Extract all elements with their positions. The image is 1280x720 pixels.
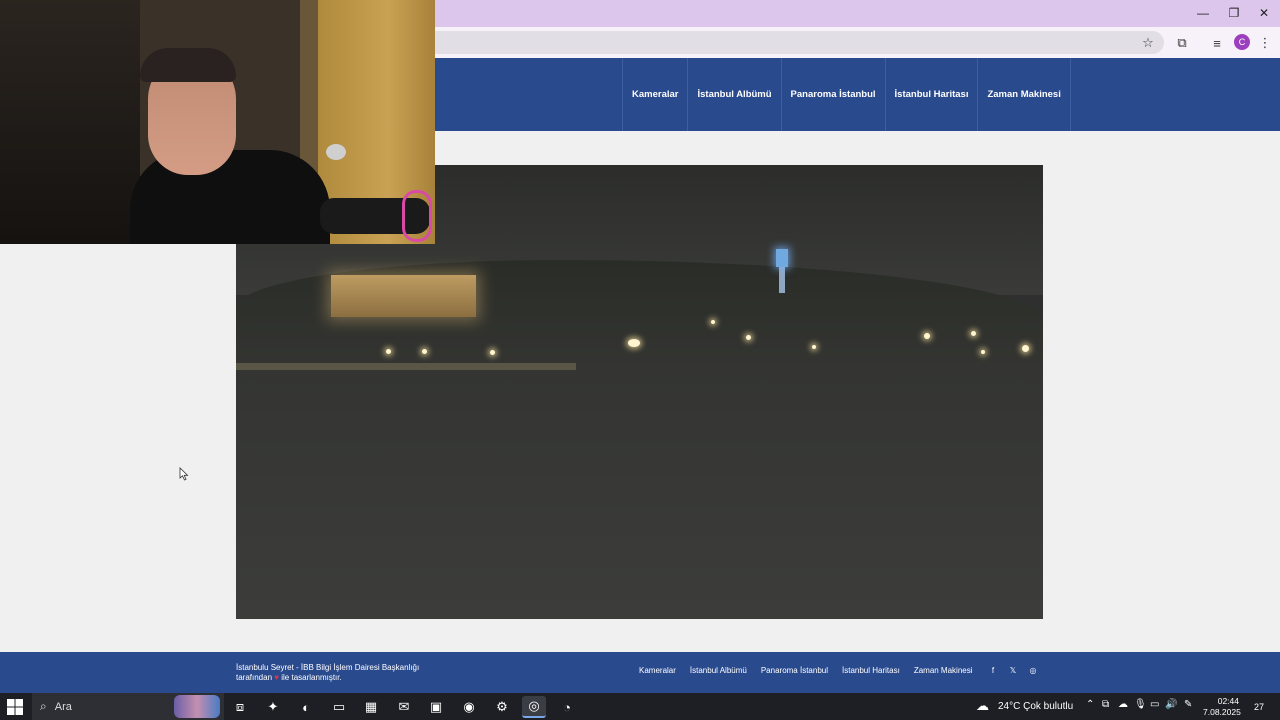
- file-explorer-icon[interactable]: ▭: [327, 696, 351, 718]
- notification-badge[interactable]: 27: [1250, 698, 1268, 716]
- nav-item-album[interactable]: İstanbul Albümü: [687, 58, 780, 131]
- webcam-mic-ring: [402, 190, 432, 242]
- photos-icon[interactable]: ▣: [424, 696, 448, 718]
- camera-lit-building: [331, 275, 476, 317]
- site-footer: İstanbulu Seyret - İBB Bilgi İşlem Daire…: [0, 652, 1280, 693]
- pen-icon[interactable]: ✎: [1184, 699, 1192, 710]
- windows-start-icon[interactable]: [6, 698, 24, 716]
- task-view-icon[interactable]: ⧈: [228, 696, 252, 718]
- instagram-icon[interactable]: ◎: [1028, 665, 1038, 675]
- footer-credits: İstanbulu Seyret - İBB Bilgi İşlem Daire…: [236, 663, 436, 682]
- clock-date: 7.08.2025: [1203, 707, 1241, 717]
- nav-item-kameralar[interactable]: Kameralar: [622, 58, 687, 131]
- heart-icon: ♥: [274, 672, 280, 682]
- webcam-overlay: [0, 0, 435, 244]
- camera-light: [628, 339, 640, 347]
- chevron-up-icon[interactable]: ⌃: [1086, 699, 1094, 710]
- outlook-icon[interactable]: ✉: [392, 696, 416, 718]
- discord-icon[interactable]: ◉: [457, 696, 481, 718]
- speedtest-icon[interactable]: ◔: [555, 696, 579, 718]
- media-icon[interactable]: ≡: [1207, 33, 1227, 53]
- camera-tower-light: [776, 249, 788, 267]
- camera-light: [812, 345, 816, 349]
- network-icon[interactable]: ▭: [1150, 699, 1159, 710]
- weather-icon[interactable]: ☁: [976, 698, 989, 714]
- camera-light: [981, 350, 985, 354]
- star-icon[interactable]: ☆: [1138, 33, 1158, 53]
- steam-icon[interactable]: ⚙: [490, 696, 514, 718]
- nav-item-panorama[interactable]: Panaroma İstanbul: [780, 58, 885, 131]
- tray-app-icon[interactable]: ⧉: [1102, 699, 1109, 710]
- camera-light: [422, 349, 427, 354]
- nav-item-zaman-makinesi[interactable]: Zaman Makinesi: [977, 58, 1071, 131]
- footer-link-harita[interactable]: İstanbul Haritası: [842, 666, 900, 675]
- webcam-person-hair: [140, 48, 236, 82]
- nav-item-harita[interactable]: İstanbul Haritası: [884, 58, 978, 131]
- restore-button[interactable]: ❐: [1219, 4, 1249, 22]
- camera-shoreline: [236, 363, 576, 370]
- camera-water: [236, 370, 1043, 619]
- camera-light: [490, 350, 495, 355]
- store-icon[interactable]: ▦: [359, 696, 383, 718]
- search-label: Ara: [54, 700, 72, 713]
- mouse-cursor-icon: [179, 467, 189, 481]
- profile-avatar[interactable]: C: [1234, 34, 1250, 50]
- volume-icon[interactable]: 🔊: [1165, 699, 1177, 710]
- close-button[interactable]: ✕: [1249, 4, 1279, 22]
- minimize-button[interactable]: —: [1188, 4, 1218, 22]
- footer-link-zaman-makinesi[interactable]: Zaman Makinesi: [914, 666, 973, 675]
- footer-credits-prefix: tarafından: [236, 672, 273, 682]
- footer-link-kameralar[interactable]: Kameralar: [639, 666, 676, 675]
- camera-light: [971, 331, 976, 336]
- camera-light: [746, 335, 751, 340]
- footer-nav: Kameralar İstanbul Albümü Panaroma İstan…: [639, 666, 973, 675]
- camera-light: [1022, 345, 1029, 352]
- footer-link-panorama[interactable]: Panaroma İstanbul: [761, 666, 828, 675]
- webcam-bookshelf: [0, 0, 140, 244]
- footer-credits-suffix: ile tasarlanmıştır.: [281, 672, 342, 682]
- footer-credits-line2: tarafından ♥ ile tasarlanmıştır.: [236, 673, 436, 683]
- menu-icon[interactable]: ⋮: [1255, 33, 1275, 53]
- taskbar-clock[interactable]: 02:44 7.08.2025: [1203, 696, 1241, 718]
- cloud-icon[interactable]: ☁: [1118, 699, 1128, 710]
- microphone-icon[interactable]: 🎙: [1134, 699, 1147, 710]
- edge-icon[interactable]: ◐: [294, 696, 318, 718]
- search-icon: ⌕: [40, 699, 47, 713]
- copilot-icon[interactable]: ✦: [261, 696, 285, 718]
- x-icon[interactable]: 𝕏: [1008, 665, 1018, 675]
- footer-credits-line1: İstanbulu Seyret - İBB Bilgi İşlem Daire…: [236, 663, 420, 672]
- webcam-door-knob: [326, 144, 346, 160]
- search-highlight-art: [174, 695, 220, 718]
- weather-text[interactable]: 24°C Çok bulutlu: [998, 701, 1073, 712]
- clock-time: 02:44: [1217, 696, 1239, 706]
- camera-light: [386, 349, 391, 354]
- footer-link-album[interactable]: İstanbul Albümü: [690, 666, 747, 675]
- taskbar-search[interactable]: ⌕ Ara: [32, 693, 224, 720]
- main-nav: Kameralar İstanbul Albümü Panaroma İstan…: [622, 58, 1071, 131]
- camera-light: [924, 333, 930, 339]
- chrome-icon[interactable]: ◎: [522, 696, 546, 718]
- facebook-icon[interactable]: f: [988, 665, 998, 675]
- windows-taskbar: ⌕ Ara ⧈ ✦ ◐ ▭ ▦ ✉ ▣ ◉ ⚙ ◎ ◔ ☁ 24°C Çok b…: [0, 693, 1280, 720]
- extensions-icon[interactable]: ⧉: [1172, 33, 1192, 53]
- camera-light: [711, 320, 715, 324]
